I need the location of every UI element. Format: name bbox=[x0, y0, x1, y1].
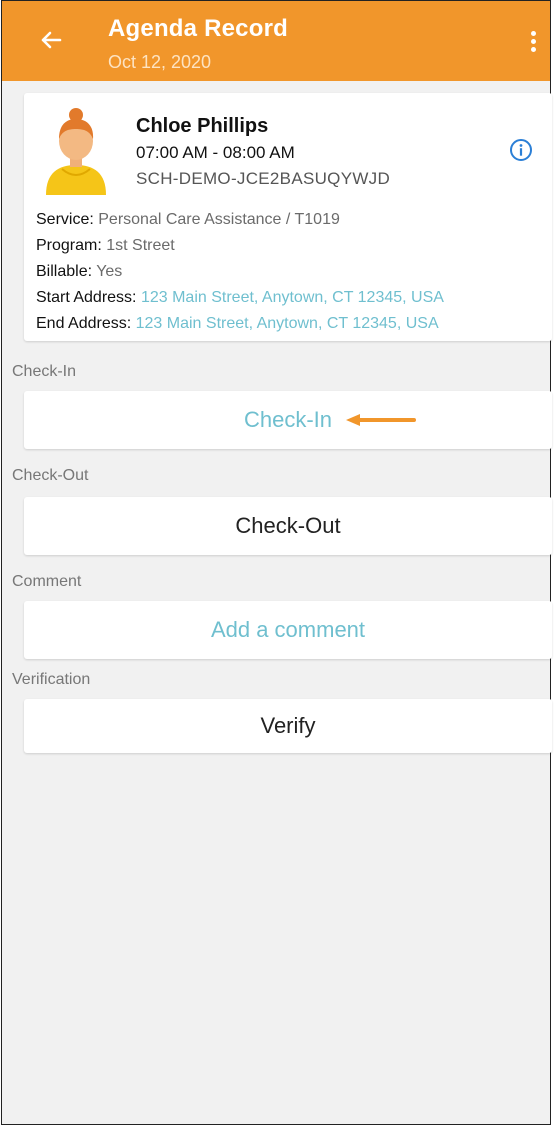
add-comment-label: Add a comment bbox=[210, 617, 366, 642]
client-card: Chloe Phillips 07:00 AM - 08:00 AM SCH-D… bbox=[24, 93, 552, 341]
checkout-section-label: Check-Out bbox=[12, 467, 89, 484]
page-title: Agenda Record bbox=[108, 15, 288, 42]
service-label: Service: bbox=[36, 211, 94, 228]
arrow-left-icon[interactable] bbox=[38, 27, 64, 53]
program-row: Program: 1st Street bbox=[36, 233, 444, 259]
checkout-button[interactable]: Check-Out bbox=[24, 497, 552, 555]
client-name: Chloe Phillips bbox=[136, 115, 269, 137]
service-row: Service: Personal Care Assistance / T101… bbox=[36, 207, 444, 233]
checkin-button[interactable]: Check-In bbox=[24, 391, 552, 449]
add-comment-button[interactable]: Add a comment bbox=[24, 601, 552, 659]
page-date: Oct 12, 2020 bbox=[108, 52, 212, 72]
checkout-button-label: Check-Out bbox=[235, 513, 341, 538]
program-label: Program: bbox=[36, 237, 102, 254]
service-value: Personal Care Assistance / T1019 bbox=[98, 211, 340, 228]
program-value: 1st Street bbox=[106, 237, 175, 254]
billable-value: Yes bbox=[96, 263, 123, 280]
billable-label: Billable: bbox=[36, 263, 93, 280]
checkin-button-label: Check-In bbox=[243, 407, 333, 432]
end-address-row: End Address: 123 Main Street, Anytown, C… bbox=[36, 311, 444, 337]
app-screen: Agenda Record Oct 12, 2020 Chloe Phillip… bbox=[1, 0, 552, 1125]
appointment-time: 07:00 AM - 08:00 AM bbox=[136, 143, 295, 162]
end-address-link[interactable]: 123 Main Street, Anytown, CT 12345, USA bbox=[136, 315, 439, 332]
end-address-label: End Address: bbox=[36, 315, 132, 332]
app-bar: Agenda Record Oct 12, 2020 bbox=[2, 1, 550, 81]
start-address-label: Start Address: bbox=[36, 289, 137, 306]
user-avatar-icon bbox=[40, 107, 112, 195]
start-address-row: Start Address: 123 Main Street, Anytown,… bbox=[36, 285, 444, 311]
verify-button-label: Verify bbox=[260, 713, 316, 738]
schedule-code: SCH-DEMO-JCE2BASUQYWJD bbox=[136, 169, 391, 188]
info-icon[interactable] bbox=[509, 138, 533, 162]
start-address-link[interactable]: 123 Main Street, Anytown, CT 12345, USA bbox=[141, 289, 444, 306]
checkin-section-label: Check-In bbox=[12, 363, 77, 380]
arrow-left-icon bbox=[346, 414, 416, 426]
comment-section-label: Comment bbox=[12, 573, 82, 590]
verify-button[interactable]: Verify bbox=[24, 699, 552, 753]
more-vert-icon[interactable] bbox=[528, 31, 538, 53]
service-details: Service: Personal Care Assistance / T101… bbox=[36, 207, 444, 337]
billable-row: Billable: Yes bbox=[36, 259, 444, 285]
verification-section-label: Verification bbox=[12, 671, 91, 688]
